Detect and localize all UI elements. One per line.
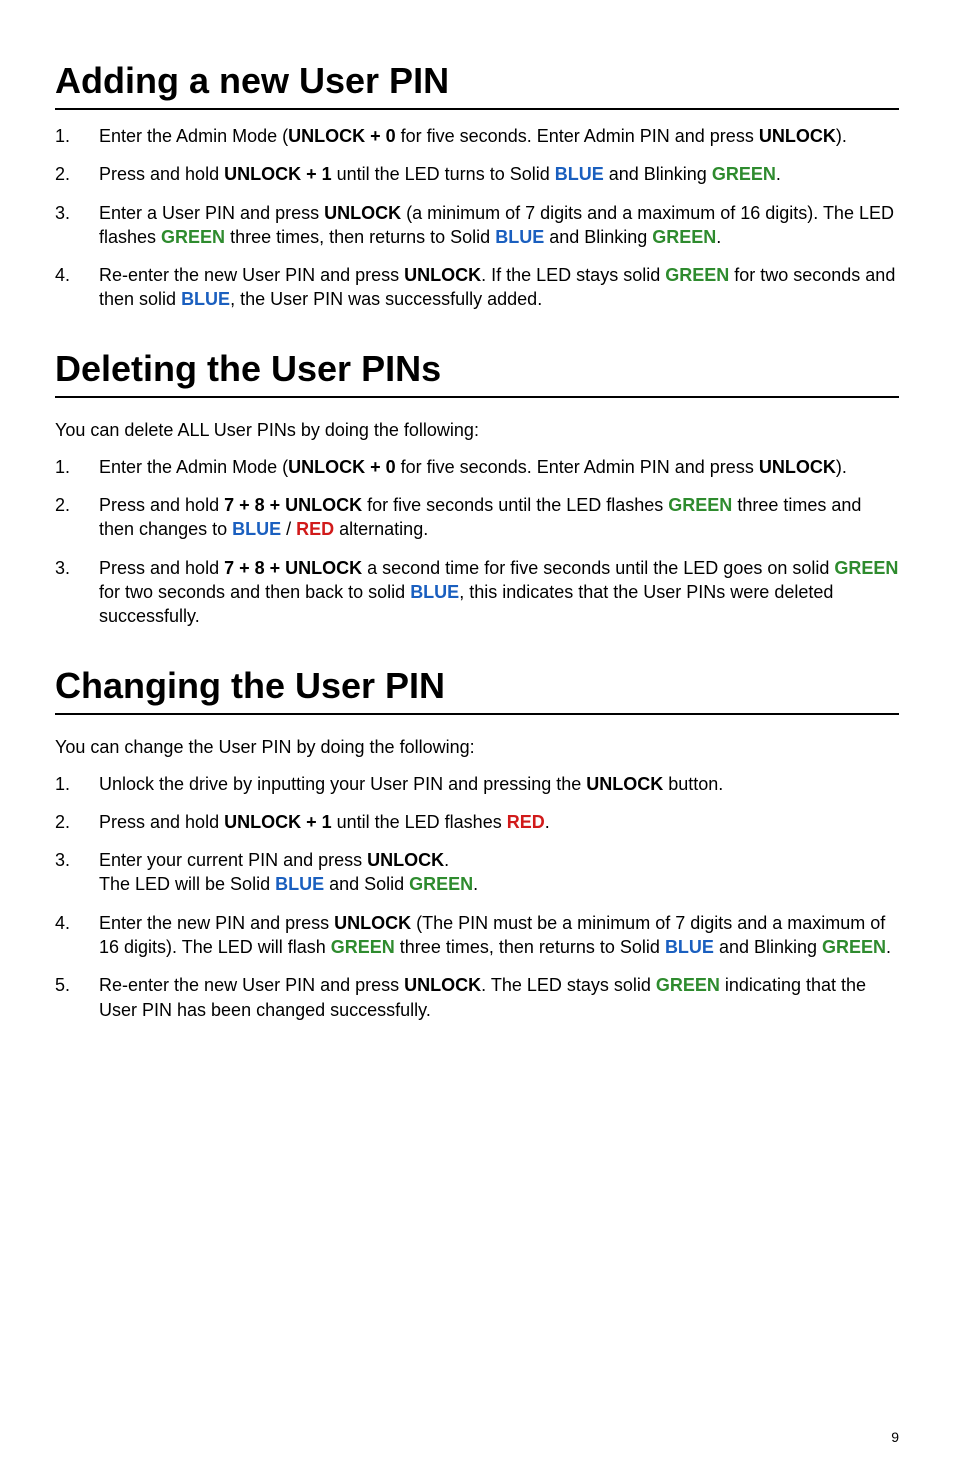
step-text: Re-enter the new User PIN and press UNLO… (99, 265, 895, 309)
step-text: Press and hold 7 + 8 + UNLOCK for five s… (99, 495, 861, 539)
lead-deleting-user-pins: You can delete ALL User PINs by doing th… (55, 420, 899, 441)
step-number: 3. (55, 201, 85, 225)
list-item: 2. Press and hold UNLOCK + 1 until the LE… (55, 162, 899, 186)
heading-deleting-user-pins: Deleting the User PINs (55, 348, 899, 398)
step-text: Enter the new PIN and press UNLOCK (The … (99, 913, 891, 957)
document-page: Adding a new User PIN 1. Enter the Admin … (0, 0, 954, 1475)
step-number: 5. (55, 973, 85, 997)
list-item: 2. Press and hold 7 + 8 + UNLOCK for five… (55, 493, 899, 542)
list-item: 3. Enter a User PIN and press UNLOCK (a m… (55, 201, 899, 250)
step-text: Enter your current PIN and press UNLOCK.… (99, 850, 478, 894)
step-number: 1. (55, 455, 85, 479)
step-number: 2. (55, 493, 85, 517)
steps-changing-user-pin: 1. Unlock the drive by inputting your Use… (55, 772, 899, 1022)
step-number: 2. (55, 810, 85, 834)
list-item: 3. Press and hold 7 + 8 + UNLOCK a second… (55, 556, 899, 629)
step-text: Press and hold 7 + 8 + UNLOCK a second t… (99, 558, 898, 627)
list-item: 1. Unlock the drive by inputting your Use… (55, 772, 899, 796)
list-item: 5. Re-enter the new User PIN and press UN… (55, 973, 899, 1022)
step-text: Enter a User PIN and press UNLOCK (a min… (99, 203, 894, 247)
step-text: Unlock the drive by inputting your User … (99, 774, 723, 794)
step-text: Press and hold UNLOCK + 1 until the LED … (99, 812, 550, 832)
list-item: 4. Enter the new PIN and press UNLOCK (Th… (55, 911, 899, 960)
step-number: 3. (55, 848, 85, 872)
lead-changing-user-pin: You can change the User PIN by doing the… (55, 737, 899, 758)
step-text: Press and hold UNLOCK + 1 until the LED … (99, 164, 781, 184)
step-text: Enter the Admin Mode (UNLOCK + 0 for fiv… (99, 457, 847, 477)
list-item: 1. Enter the Admin Mode (UNLOCK + 0 for f… (55, 124, 899, 148)
step-number: 1. (55, 124, 85, 148)
list-item: 2. Press and hold UNLOCK + 1 until the LE… (55, 810, 899, 834)
page-number: 9 (891, 1429, 899, 1445)
heading-adding-user-pin: Adding a new User PIN (55, 60, 899, 110)
list-item: 3. Enter your current PIN and press UNLOC… (55, 848, 899, 897)
list-item: 4. Re-enter the new User PIN and press UN… (55, 263, 899, 312)
heading-changing-user-pin: Changing the User PIN (55, 665, 899, 715)
step-text: Re-enter the new User PIN and press UNLO… (99, 975, 866, 1019)
step-number: 4. (55, 911, 85, 935)
steps-adding-user-pin: 1. Enter the Admin Mode (UNLOCK + 0 for f… (55, 124, 899, 312)
steps-deleting-user-pins: 1. Enter the Admin Mode (UNLOCK + 0 for f… (55, 455, 899, 629)
list-item: 1. Enter the Admin Mode (UNLOCK + 0 for f… (55, 455, 899, 479)
step-number: 2. (55, 162, 85, 186)
step-number: 1. (55, 772, 85, 796)
step-text: Enter the Admin Mode (UNLOCK + 0 for fiv… (99, 126, 847, 146)
step-number: 3. (55, 556, 85, 580)
step-number: 4. (55, 263, 85, 287)
